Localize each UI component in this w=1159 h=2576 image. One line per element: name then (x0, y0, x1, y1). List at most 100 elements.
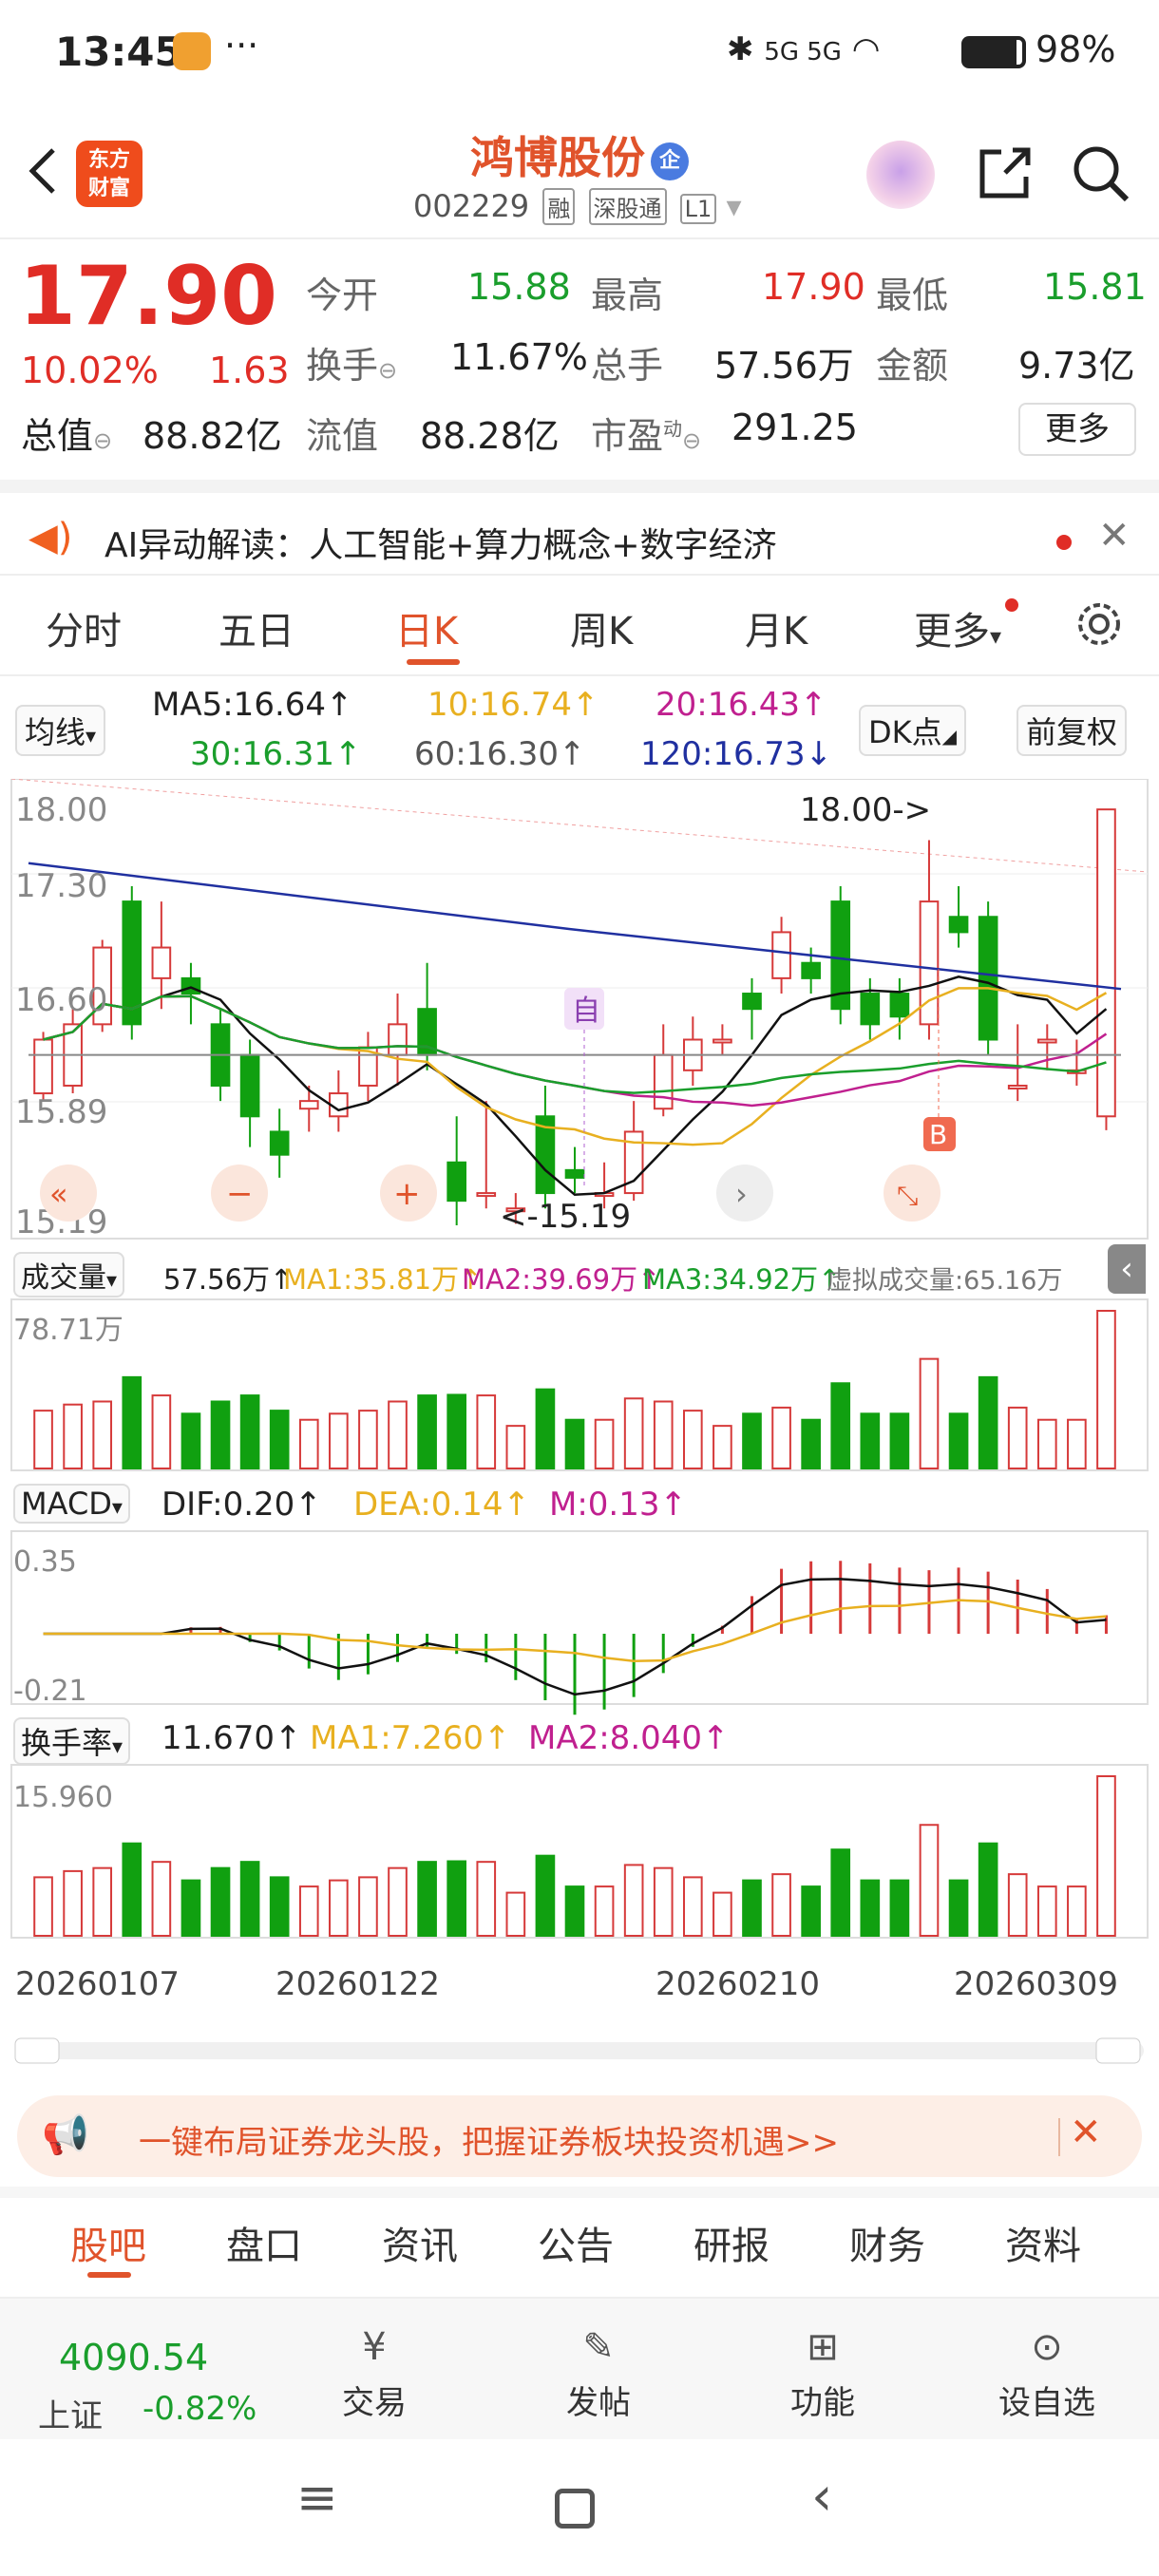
info-icon: ⊖ (378, 357, 398, 384)
tab-orderbook[interactable]: 盘口 (226, 2215, 302, 2270)
turnover-select[interactable]: 换手率▾ (13, 1717, 131, 1765)
custom-mark-label: 自 (572, 994, 600, 1028)
macd-ymin: -0.21 (13, 1675, 87, 1708)
home-icon[interactable] (555, 2489, 595, 2529)
turnover-bar (830, 1848, 851, 1938)
tab-news[interactable]: 资讯 (382, 2215, 458, 2270)
zoom-in-button[interactable]: + (380, 1165, 437, 1222)
tab-profile[interactable]: 资料 (1005, 2215, 1081, 2270)
low-label: 最低 (876, 275, 949, 316)
dk-point-select[interactable]: DK点◢ (859, 705, 967, 756)
next-button[interactable]: › (716, 1165, 773, 1222)
turnover-bar (564, 1885, 585, 1938)
tab-more[interactable]: 更多▾ (914, 600, 1001, 655)
y-label-1660: 16.60 (15, 981, 107, 1019)
price-adjust-button[interactable]: 前复权 (1016, 705, 1128, 756)
tab-announcements[interactable]: 公告 (538, 2215, 614, 2270)
side-panel-toggle[interactable]: ‹ (1108, 1244, 1146, 1294)
float-value: 88.28亿 (420, 415, 560, 457)
nav-add-watchlist[interactable]: ⊙ 设自选 (980, 2325, 1113, 2423)
open-label: 今开 (306, 275, 379, 316)
volume-bar (329, 1412, 349, 1469)
tab-five-day[interactable]: 五日 (218, 600, 294, 655)
promo-close-icon[interactable]: ✕ (1070, 2111, 1102, 2154)
active-tab-indicator (407, 659, 460, 665)
nav-post[interactable]: ✎ 发帖 (532, 2325, 665, 2423)
candle-body (446, 1161, 466, 1203)
tag-margin: 融 (542, 188, 576, 225)
dropdown-icon: ▾ (106, 1269, 118, 1293)
dropdown-icon: ▾ (86, 725, 97, 748)
menu-icon[interactable]: ≡ (296, 2470, 338, 2527)
tab-forum[interactable]: 股吧 (70, 2215, 146, 2270)
pe-value: 291.25 (732, 407, 858, 448)
amount-value: 9.73亿 (1018, 345, 1135, 387)
ai-insight-text: AI异动解读：人工智能+算力概念+数字经济 (104, 526, 777, 565)
tab-intraday[interactable]: 分时 (46, 600, 122, 655)
battery-level: 98% (1036, 28, 1116, 70)
ma-select[interactable]: 均线▾ (15, 705, 106, 756)
volume-bar (801, 1418, 821, 1470)
pe-label-text: 市盈 (591, 415, 664, 457)
macd-select[interactable]: MACD▾ (13, 1484, 130, 1524)
scroll-handle-left[interactable] (14, 2037, 60, 2064)
search-icon[interactable] (1070, 142, 1132, 205)
candle-body (239, 1053, 260, 1118)
date-label: 20260210 (656, 1965, 820, 2003)
more-quote-button[interactable]: 更多 (1018, 403, 1136, 456)
index-value[interactable]: 4090.54 (59, 2337, 208, 2378)
scroll-handle-right[interactable] (1095, 2037, 1141, 2064)
ai-insight-bar[interactable]: ◀) AI异动解读：人工智能+算力概念+数字经济 ✕ (0, 480, 1159, 575)
ma5-value: MA5:16.64↑ (152, 686, 353, 724)
volume-bar (298, 1418, 319, 1470)
tab-weekly-k[interactable]: 周K (570, 600, 633, 655)
close-icon[interactable]: ✕ (1098, 514, 1130, 558)
stock-code-line[interactable]: 002229 融 深股通 L1 ▾ (413, 188, 742, 225)
nav-functions[interactable]: ⊞ 功能 (756, 2325, 889, 2423)
chart-scrollbar[interactable] (15, 2042, 1144, 2059)
tab-research[interactable]: 研报 (694, 2215, 770, 2270)
promo-divider (1058, 2118, 1060, 2156)
candle-body (712, 1038, 732, 1044)
volume-select[interactable]: 成交量▾ (13, 1252, 125, 1297)
fullscreen-button[interactable]: ⤡ (884, 1165, 940, 1222)
kline-chart-area[interactable]: 18.00 17.30 16.60 15.89 15.19 18.00-> <-… (0, 779, 1159, 2080)
robot-avatar-icon[interactable] (866, 141, 935, 209)
stock-name: 鸿博股份企 (418, 123, 741, 186)
volume-bar (388, 1400, 408, 1469)
turnover-bar (33, 1876, 53, 1938)
volume-bar (771, 1406, 791, 1470)
volume-bar (889, 1412, 910, 1469)
scroll-left-button[interactable]: « (40, 1165, 97, 1222)
back-arrow-icon[interactable] (21, 142, 68, 199)
back-icon[interactable]: ‹ (811, 2466, 832, 2528)
min-price-label: <-15.19 (500, 1198, 631, 1236)
turnover-ma1: MA1:7.260↑ (310, 1719, 511, 1757)
zoom-out-button[interactable]: − (211, 1165, 268, 1222)
promo-banner[interactable]: 📢 一键布局证券龙头股，把握证券板块投资机遇>> ✕ (17, 2095, 1142, 2177)
pe-dynamic: 动 (663, 417, 683, 441)
volume-bar (978, 1375, 998, 1470)
tab-daily-k[interactable]: 日K (395, 600, 458, 655)
mcap-label: 总值⊖ (21, 407, 112, 459)
active-tab-indicator (87, 2272, 131, 2278)
share-icon[interactable] (975, 142, 1036, 203)
volume-bar (1096, 1310, 1116, 1469)
change-amount: 1.63 (209, 350, 290, 391)
candle-body (860, 993, 881, 1026)
turnover-select-label: 换手率 (21, 1725, 113, 1761)
nav-trade[interactable]: ¥ 交易 (308, 2325, 441, 2423)
settings-gear-icon[interactable] (1074, 598, 1125, 650)
turnover-bar (860, 1879, 881, 1937)
candle-body (151, 946, 172, 979)
y-label-1730: 17.30 (15, 867, 107, 905)
nav-post-label: 发帖 (566, 2384, 631, 2422)
max-price-label: 18.00-> (800, 791, 931, 829)
tab-finance[interactable]: 财务 (849, 2215, 925, 2270)
tab-monthly-k[interactable]: 月K (745, 600, 808, 655)
macd-group (43, 1561, 1108, 1715)
nav-functions-label: 功能 (790, 2384, 855, 2422)
index-change: -0.82% (142, 2390, 257, 2428)
buy-mark-label: B (929, 1119, 947, 1150)
bluetooth-icon: ✱ (727, 30, 754, 68)
